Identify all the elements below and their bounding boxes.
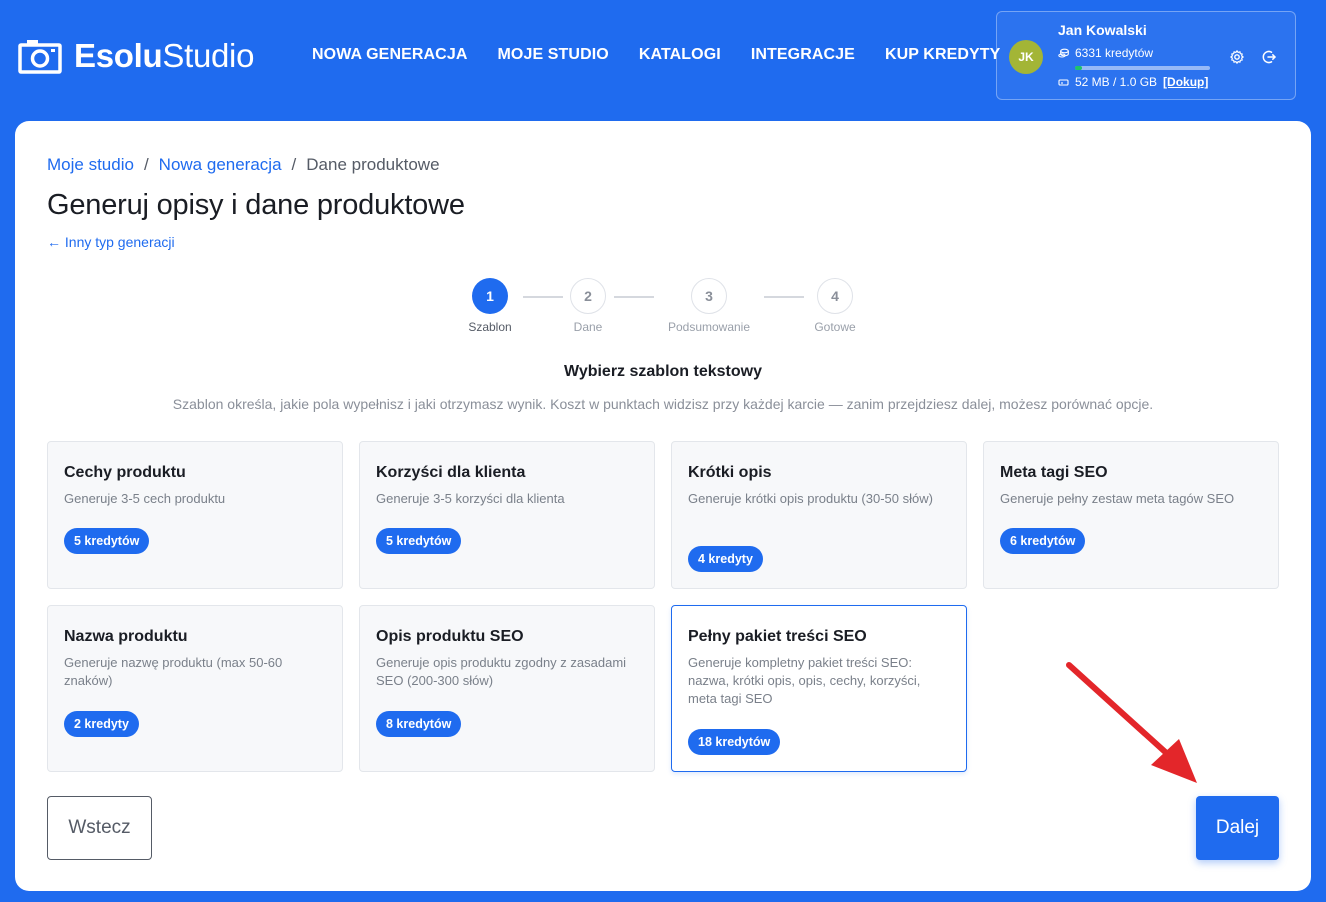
breadcrumb-separator: /	[291, 155, 297, 174]
card-description: Generuje 3-5 korzyści dla klienta	[376, 491, 565, 506]
step-3-label: Podsumowanie	[667, 320, 751, 334]
storage-row: 52 MB / 1.0 GB [Dokup]	[1058, 75, 1208, 89]
card-title: Krótki opis	[688, 464, 772, 481]
card-title: Pełny pakiet treści SEO	[688, 628, 867, 645]
step-2-label: Dane	[573, 320, 603, 334]
topup-link[interactable]: [Dokup]	[1163, 75, 1208, 89]
card-description: Generuje opis produktu zgodny z zasadami…	[376, 655, 627, 688]
card-description: Generuje nazwę produktu (max 50-60 znakó…	[64, 655, 283, 688]
step-4-circle[interactable]: 4	[817, 278, 853, 314]
card-description: Generuje pełny zestaw meta tagów SEO	[1000, 491, 1235, 506]
section-description: Szablon określa, jakie pola wypełnisz i …	[172, 396, 1154, 412]
card-title: Opis produktu SEO	[376, 628, 524, 645]
template-card-opis-seo[interactable]: Opis produktu SEO Generuje opis produktu…	[359, 605, 655, 772]
breadcrumb: Moje studio / Nowa generacja / Dane prod…	[47, 155, 440, 175]
credits-value: 6331 kredytów	[1075, 46, 1154, 60]
top-header: EsoluStudio NOWA GENERACJA MOJE STUDIO K…	[0, 0, 1326, 110]
storage-progress-fill	[1075, 66, 1082, 70]
drive-icon	[1058, 78, 1069, 86]
cost-badge: 4 kredyty	[688, 546, 763, 572]
user-name: Jan Kowalski	[1058, 22, 1147, 38]
breadcrumb-separator: /	[143, 155, 149, 174]
step-4-label: Gotowe	[814, 320, 856, 334]
page-title: Generuj opisy i dane produktowe	[47, 189, 465, 221]
section-title: Wybierz szablon tekstowy	[564, 363, 762, 380]
stepper: 1 Szablon 2 Dane 3 Podsumowanie 4 Gotowe	[15, 278, 1311, 338]
brand-logo[interactable]: EsoluStudio	[18, 36, 254, 76]
template-card-cechy-produktu[interactable]: Cechy produktu Generuje 3-5 cech produkt…	[47, 441, 343, 589]
breadcrumb-nowa-generacja[interactable]: Nowa generacja	[159, 155, 282, 175]
step-connector	[764, 296, 804, 298]
avatar[interactable]: JK	[1009, 40, 1043, 74]
cost-badge: 5 kredytów	[64, 528, 150, 554]
step-connector	[614, 296, 654, 298]
storage-progress	[1075, 66, 1210, 70]
card-description: Generuje 3-5 cech produktu	[64, 491, 226, 506]
gear-icon[interactable]	[1229, 49, 1245, 65]
card-title: Nazwa produktu	[64, 628, 188, 645]
main-nav: NOWA GENERACJA MOJE STUDIO KATALOGI INTE…	[312, 44, 1030, 66]
card-description: Generuje krótki opis produktu (30-50 słó…	[688, 491, 933, 506]
nav-integracje[interactable]: INTEGRACJE	[751, 44, 855, 66]
breadcrumb-moje-studio[interactable]: Moje studio	[47, 155, 134, 175]
step-1-circle[interactable]: 1	[472, 278, 508, 314]
logout-icon[interactable]	[1261, 49, 1277, 65]
cost-badge: 6 kredytów	[1000, 528, 1086, 554]
storage-value: 52 MB / 1.0 GB	[1075, 75, 1158, 89]
cost-badge: 5 kredytów	[376, 528, 462, 554]
brand-name: EsoluStudio	[74, 37, 255, 74]
camera-icon	[18, 40, 62, 74]
credits-row: 6331 kredytów	[1058, 46, 1153, 60]
coins-icon	[1058, 48, 1069, 58]
back-button[interactable]: Wstecz	[47, 796, 152, 860]
annotation-arrow-icon	[1066, 662, 1197, 783]
card-title: Korzyści dla klienta	[376, 464, 526, 481]
cost-badge: 18 kredytów	[688, 729, 781, 755]
step-3-circle[interactable]: 3	[691, 278, 727, 314]
template-card-meta-tagi[interactable]: Meta tagi SEO Generuje pełny zestaw meta…	[983, 441, 1279, 589]
card-title: Cechy produktu	[64, 464, 186, 481]
nav-nowa-generacja[interactable]: NOWA GENERACJA	[312, 44, 468, 66]
template-card-krotki-opis[interactable]: Krótki opis Generuje krótki opis produkt…	[671, 441, 967, 589]
step-connector	[523, 296, 563, 298]
template-card-nazwa-produktu[interactable]: Nazwa produktu Generuje nazwę produktu (…	[47, 605, 343, 772]
main-panel: Moje studio / Nowa generacja / Dane prod…	[15, 121, 1311, 891]
step-2-circle[interactable]: 2	[570, 278, 606, 314]
breadcrumb-current: Dane produktowe	[306, 155, 440, 174]
next-button[interactable]: Dalej	[1196, 796, 1279, 860]
card-description: Generuje kompletny pakiet treści SEO: na…	[688, 655, 921, 706]
other-generation-type-link[interactable]: ← Inny typ generacji	[47, 234, 175, 250]
cost-badge: 2 kredyty	[64, 711, 139, 737]
template-card-pelny-pakiet[interactable]: Pełny pakiet treści SEO Generuje komplet…	[671, 605, 967, 772]
template-card-korzysci[interactable]: Korzyści dla klienta Generuje 3-5 korzyś…	[359, 441, 655, 589]
nav-katalogi[interactable]: KATALOGI	[639, 44, 721, 66]
nav-moje-studio[interactable]: MOJE STUDIO	[498, 44, 609, 66]
nav-kup-kredyty[interactable]: KUP KREDYTY	[885, 44, 1001, 66]
user-card: JK Jan Kowalski 6331 kredytów 52 MB / 1.…	[996, 11, 1296, 100]
cost-badge: 8 kredytów	[376, 711, 462, 737]
card-title: Meta tagi SEO	[1000, 464, 1108, 481]
